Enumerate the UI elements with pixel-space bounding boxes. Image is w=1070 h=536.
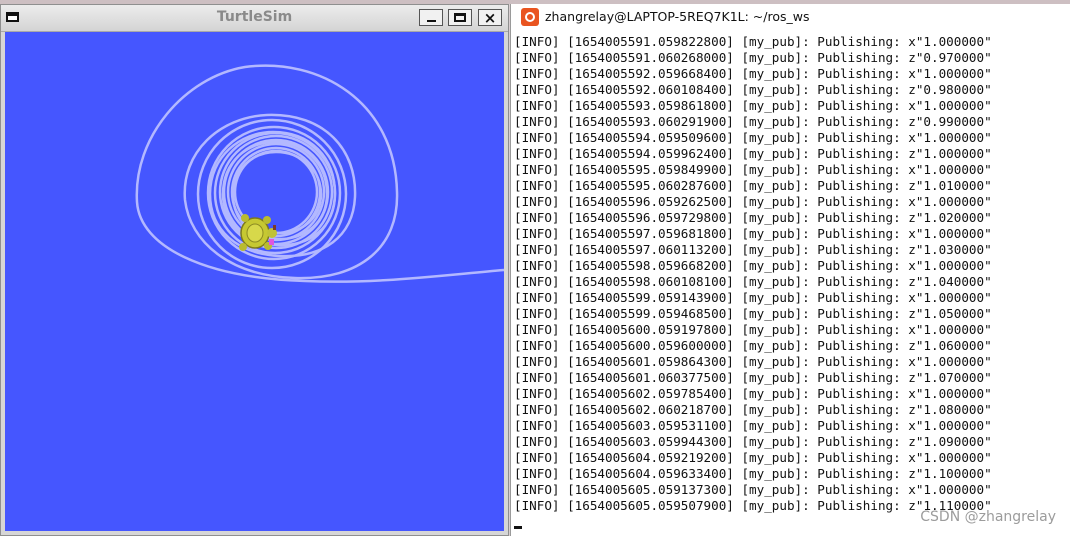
terminal-line: [INFO] [1654005605.059137300] [my_pub]: … <box>514 482 992 497</box>
terminal-output[interactable]: [INFO] [1654005591.059822800] [my_pub]: … <box>514 34 1066 532</box>
terminal-line: [INFO] [1654005603.059531100] [my_pub]: … <box>514 418 992 433</box>
terminal-line: [INFO] [1654005596.059729800] [my_pub]: … <box>514 210 992 225</box>
terminal-line: [INFO] [1654005602.060218700] [my_pub]: … <box>514 402 992 417</box>
terminal-line: [INFO] [1654005598.059668200] [my_pub]: … <box>514 258 992 273</box>
terminal-line: [INFO] [1654005597.060113200] [my_pub]: … <box>514 242 992 257</box>
minimize-icon <box>427 20 436 22</box>
terminal-line: [INFO] [1654005591.059822800] [my_pub]: … <box>514 34 992 49</box>
turtlesim-window: TurtleSim × <box>0 4 509 536</box>
terminal-line: [INFO] [1654005600.059197800] [my_pub]: … <box>514 322 992 337</box>
turtle-trail <box>135 64 505 283</box>
terminal-line: [INFO] [1654005600.059600000] [my_pub]: … <box>514 338 992 353</box>
terminal-line: [INFO] [1654005596.059262500] [my_pub]: … <box>514 194 992 209</box>
turtlesim-titlebar[interactable]: TurtleSim × <box>1 5 508 32</box>
terminal-line: [INFO] [1654005595.059849900] [my_pub]: … <box>514 162 992 177</box>
terminal-window: zhangrelay@LAPTOP-5REQ7K1L: ~/ros_ws [IN… <box>510 4 1070 536</box>
turtlesim-canvas <box>5 32 505 531</box>
terminal-cursor <box>514 526 522 529</box>
turtle-trail-drawing <box>135 64 505 283</box>
maximize-button[interactable] <box>448 9 472 26</box>
terminal-title: zhangrelay@LAPTOP-5REQ7K1L: ~/ros_ws <box>545 9 810 24</box>
terminal-line: [INFO] [1654005594.059962400] [my_pub]: … <box>514 146 992 161</box>
terminal-line: [INFO] [1654005595.060287600] [my_pub]: … <box>514 178 992 193</box>
terminal-line: [INFO] [1654005599.059468500] [my_pub]: … <box>514 306 992 321</box>
watermark: CSDN @zhangrelay <box>920 509 1056 525</box>
terminal-line: [INFO] [1654005593.060291900] [my_pub]: … <box>514 114 992 129</box>
terminal-line: [INFO] [1654005604.059633400] [my_pub]: … <box>514 466 992 481</box>
minimize-button[interactable] <box>419 9 443 26</box>
terminal-line: [INFO] [1654005599.059143900] [my_pub]: … <box>514 290 992 305</box>
terminal-line: [INFO] [1654005594.059509600] [my_pub]: … <box>514 130 992 145</box>
terminal-line: [INFO] [1654005591.060268000] [my_pub]: … <box>514 50 992 65</box>
close-icon: × <box>483 9 497 27</box>
terminal-line: [INFO] [1654005597.059681800] [my_pub]: … <box>514 226 992 241</box>
terminal-line: [INFO] [1654005603.059944300] [my_pub]: … <box>514 434 992 449</box>
terminal-line: [INFO] [1654005593.059861800] [my_pub]: … <box>514 98 992 113</box>
maximize-icon <box>454 13 466 22</box>
terminal-titlebar[interactable]: zhangrelay@LAPTOP-5REQ7K1L: ~/ros_ws <box>511 4 1070 30</box>
terminal-line: [INFO] [1654005601.059864300] [my_pub]: … <box>514 354 992 369</box>
terminal-line: [INFO] [1654005592.060108400] [my_pub]: … <box>514 82 992 97</box>
terminal-line: [INFO] [1654005604.059219200] [my_pub]: … <box>514 450 992 465</box>
ubuntu-terminal-icon <box>521 8 539 26</box>
terminal-line: [INFO] [1654005592.059668400] [my_pub]: … <box>514 66 992 81</box>
close-button[interactable]: × <box>478 9 502 27</box>
turtle-icon <box>239 214 277 251</box>
terminal-line: [INFO] [1654005598.060108100] [my_pub]: … <box>514 274 992 289</box>
terminal-line: [INFO] [1654005601.060377500] [my_pub]: … <box>514 370 992 385</box>
terminal-line: [INFO] [1654005602.059785400] [my_pub]: … <box>514 386 992 401</box>
